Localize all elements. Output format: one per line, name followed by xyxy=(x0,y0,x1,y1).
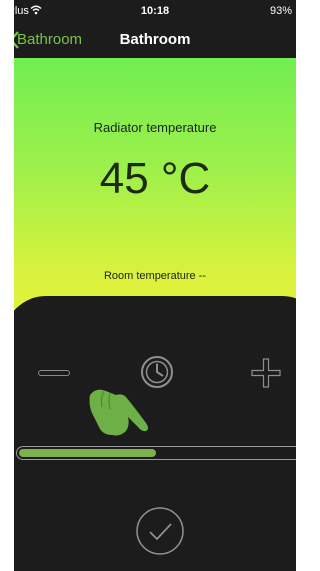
decrease-temperature-button[interactable] xyxy=(38,368,70,378)
temperature-panel: Radiator temperature 45 °C Room temperat… xyxy=(14,58,296,328)
battery-percentage: 93% xyxy=(269,5,292,17)
progress-fill xyxy=(19,449,156,457)
progress-slider[interactable] xyxy=(16,446,296,460)
plus-icon[interactable] xyxy=(250,357,282,389)
pointing-hand-icon xyxy=(89,389,148,436)
status-bar: l Plus 10:18 93% xyxy=(14,0,296,22)
status-time: 10:18 xyxy=(140,5,170,17)
clock-icon[interactable] xyxy=(140,355,174,389)
checkmark-circle-icon[interactable] xyxy=(135,506,185,556)
navigation-bar: Bathroom Bathroom xyxy=(14,22,296,58)
page-title: Bathroom xyxy=(119,31,191,48)
radiator-temperature-label: Radiator temperature xyxy=(93,120,217,135)
room-temperature-label: Room temperature -- xyxy=(103,270,207,282)
app-screen: l Plus 10:18 93% Bathroom Bathroom Radia… xyxy=(14,0,296,571)
radiator-temperature-value: 45 °C xyxy=(99,154,211,203)
